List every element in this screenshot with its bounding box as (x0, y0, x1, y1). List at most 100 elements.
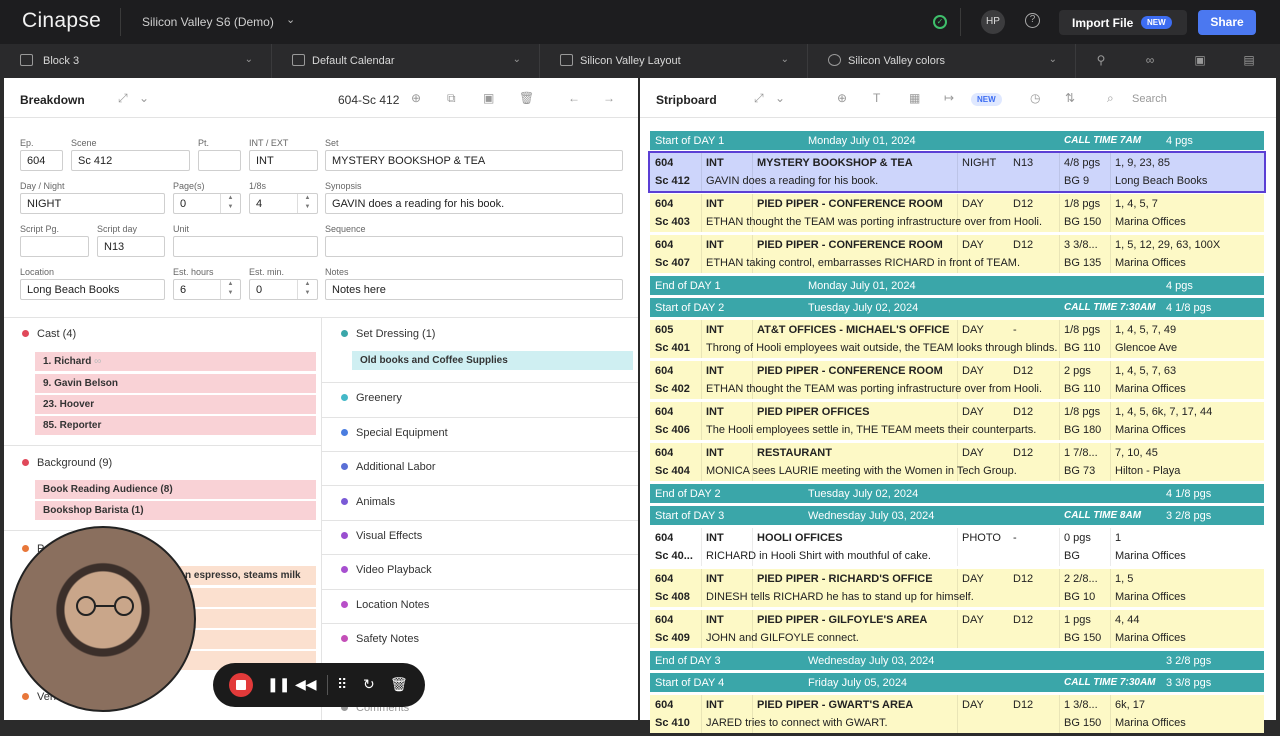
unit-field[interactable] (173, 236, 318, 257)
scene-strip[interactable]: 604 INT PIED PIPER OFFICES DAY D12 1/8 pgs 1, … (650, 402, 1264, 440)
right-category[interactable]: Special Equipment (341, 427, 448, 439)
scene-strip[interactable]: 604 INT MYSTERY BOOKSHOP & TEA NIGHT N13 4/8 … (648, 151, 1266, 193)
sequence-field[interactable] (325, 236, 623, 257)
scene-strip[interactable]: 604 INT PIED PIPER - GWART'S AREA DAY D12 1 3… (650, 695, 1264, 733)
pt-field[interactable] (198, 150, 241, 171)
ep-field[interactable]: 604 (20, 150, 63, 171)
clock-icon[interactable]: ◷ (1030, 91, 1040, 105)
rewind-icon[interactable]: ◀◀ (295, 676, 317, 693)
right-category[interactable]: Safety Notes (341, 633, 419, 645)
stepper-arrows-icon[interactable]: ▲ ▼ (220, 280, 240, 299)
add-icon[interactable]: ⊕ (411, 91, 421, 105)
day-break-strip[interactable]: Start of DAY 4 Friday July 05, 2024 CALL T… (650, 673, 1264, 692)
eighths-stepper[interactable]: 4 ▲ ▼ (249, 193, 318, 214)
scene-strip[interactable]: 604 INT HOOLI OFFICES PHOTO - 0 pgs 1 Sc 40... R… (650, 528, 1264, 566)
set-dressing-tag[interactable]: Old books and Coffee Supplies (352, 351, 633, 370)
cast-tag[interactable]: 23. Hoover (35, 395, 316, 414)
add-icon[interactable]: ⊕ (837, 91, 847, 105)
trash-icon[interactable]: 🗑 (390, 676, 408, 693)
day-break-strip[interactable]: Start of DAY 1 Monday July 01, 2024 CALL T… (650, 131, 1264, 150)
pause-icon[interactable]: ❚❚ (267, 676, 290, 693)
synopsis-field[interactable]: GAVIN does a reading for his book. (325, 193, 623, 214)
daynight-field[interactable]: NIGHT (20, 193, 165, 214)
share-button[interactable]: Share (1198, 10, 1256, 35)
scene-strip[interactable]: 604 INT RESTAURANT DAY D12 1 7/8... 7, 10, 45 S… (650, 443, 1264, 481)
chevron-down-icon[interactable]: ⌄ (775, 91, 785, 105)
cast-tag[interactable]: 85. Reporter (35, 416, 316, 435)
background-tag[interactable]: Book Reading Audience (8) (35, 480, 316, 499)
right-category[interactable]: Animals (341, 496, 395, 508)
colors-selector[interactable]: Silicon Valley colors ⌄ (808, 44, 1076, 78)
estmin-stepper[interactable]: 0 ▲ ▼ (249, 279, 318, 300)
scriptpg-field[interactable] (20, 236, 89, 257)
hierarchy-icon[interactable]: ⚲ (1094, 53, 1108, 67)
day-break-strip[interactable]: End of DAY 2 Tuesday July 02, 2024 4 1/8 p… (650, 484, 1264, 503)
expand-icon[interactable]: ⤢ (118, 91, 128, 106)
drag-handle-icon[interactable]: ⠿ (337, 676, 347, 693)
webcam-overlay[interactable] (10, 526, 196, 712)
restart-icon[interactable]: ↻ (363, 676, 375, 693)
chevron-down-icon[interactable]: ⌄ (139, 91, 149, 105)
background-tag[interactable]: Bookshop Barista (1) (35, 501, 316, 520)
day-break-label: Start of DAY 3 (655, 510, 725, 522)
scene-strip[interactable]: 604 INT PIED PIPER - CONFERENCE ROOM DAY D12… (650, 194, 1264, 232)
search-icon[interactable]: ⌕ (1107, 91, 1114, 106)
archive-icon[interactable]: ▣ (483, 91, 494, 105)
strip-script-day: D12 (1013, 447, 1034, 459)
day-break-strip[interactable]: End of DAY 3 Wednesday July 03, 2024 3 2/8… (650, 651, 1264, 670)
duplicate-icon[interactable]: ⧉ (447, 91, 456, 106)
scene-strip[interactable]: 604 INT PIED PIPER - CONFERENCE ROOM DAY D12… (650, 361, 1264, 399)
right-category[interactable]: Video Playback (341, 564, 432, 576)
pages-stepper[interactable]: 0 ▲ ▼ (173, 193, 241, 214)
calendar-selector[interactable]: Default Calendar ⌄ (272, 44, 540, 78)
right-category[interactable]: Greenery (341, 392, 402, 404)
scene-strip[interactable]: 604 INT PIED PIPER - GILFOYLE'S AREA DAY D12… (650, 610, 1264, 648)
scriptday-field[interactable]: N13 (97, 236, 165, 257)
arrow-right-icon[interactable]: → (603, 91, 615, 105)
scene-field[interactable]: Sc 412 (71, 150, 190, 171)
scene-strip[interactable]: 605 INT AT&T OFFICES - MICHAEL'S OFFICE DAY… (650, 320, 1264, 358)
scene-strip[interactable]: 604 INT PIED PIPER - RICHARD'S OFFICE DAY D1… (650, 569, 1264, 607)
link-icon[interactable]: ∞ (1143, 53, 1157, 67)
cast-tag[interactable]: 1. Richard ∞ (35, 352, 316, 371)
right-category[interactable]: Additional Labor (341, 461, 436, 473)
import-file-button[interactable]: Import File NEW (1059, 10, 1187, 35)
right-category[interactable]: Location Notes (341, 599, 429, 611)
add-day-icon[interactable]: ▦ (909, 91, 920, 105)
cast-tag[interactable]: 9. Gavin Belson (35, 374, 316, 393)
day-break-strip[interactable]: Start of DAY 2 Tuesday July 02, 2024 CALL … (650, 298, 1264, 317)
right-category[interactable]: Set Dressing (1) (341, 328, 435, 340)
column-divider (1110, 320, 1111, 358)
notes-field[interactable]: Notes here (325, 279, 623, 300)
day-break-strip[interactable]: End of DAY 1 Monday July 01, 2024 4 pgs (650, 276, 1264, 295)
day-break-strip[interactable]: Start of DAY 3 Wednesday July 03, 2024 CAL… (650, 506, 1264, 525)
set-field[interactable]: MYSTERY BOOKSHOP & TEA (325, 150, 623, 171)
arrow-left-icon[interactable]: ← (568, 91, 580, 105)
user-avatar[interactable]: HP (981, 10, 1005, 34)
arrow-to-icon[interactable]: ↦ (944, 91, 954, 105)
stop-recording-button[interactable] (229, 673, 253, 697)
document-icon[interactable]: ▤ (1242, 53, 1256, 67)
cast-category[interactable]: Cast (4) (22, 328, 76, 340)
expand-icon[interactable]: ⤢ (754, 91, 764, 106)
sort-icon[interactable]: ⇅ (1065, 91, 1075, 105)
scene-strip[interactable]: 604 INT PIED PIPER - CONFERENCE ROOM DAY D12… (650, 235, 1264, 273)
background-category[interactable]: Background (9) (22, 457, 112, 469)
project-selector[interactable]: Silicon Valley S6 (Demo) (142, 15, 274, 29)
stepper-arrows-icon[interactable]: ▲ ▼ (297, 280, 317, 299)
stepper-arrows-icon[interactable]: ▲ ▼ (297, 194, 317, 213)
esthours-stepper[interactable]: 6 ▲ ▼ (173, 279, 241, 300)
text-icon[interactable]: T (873, 91, 880, 105)
layout-selector[interactable]: Silicon Valley Layout ⌄ (540, 44, 808, 78)
calendar-check-icon[interactable]: ▣ (1193, 53, 1207, 67)
search-input[interactable]: Search (1132, 93, 1167, 105)
app-logo[interactable]: Cinapse (22, 9, 101, 33)
right-category[interactable]: Visual Effects (341, 530, 422, 542)
location-field[interactable]: Long Beach Books (20, 279, 165, 300)
trash-icon[interactable]: 🗑 (519, 91, 534, 105)
intext-field[interactable]: INT (249, 150, 318, 171)
chevron-down-icon[interactable]: ⌄ (286, 13, 295, 26)
stepper-arrows-icon[interactable]: ▲ ▼ (220, 194, 240, 213)
help-icon[interactable]: ? (1025, 13, 1040, 28)
block-selector[interactable]: Block 3 ⌄ (0, 44, 272, 78)
